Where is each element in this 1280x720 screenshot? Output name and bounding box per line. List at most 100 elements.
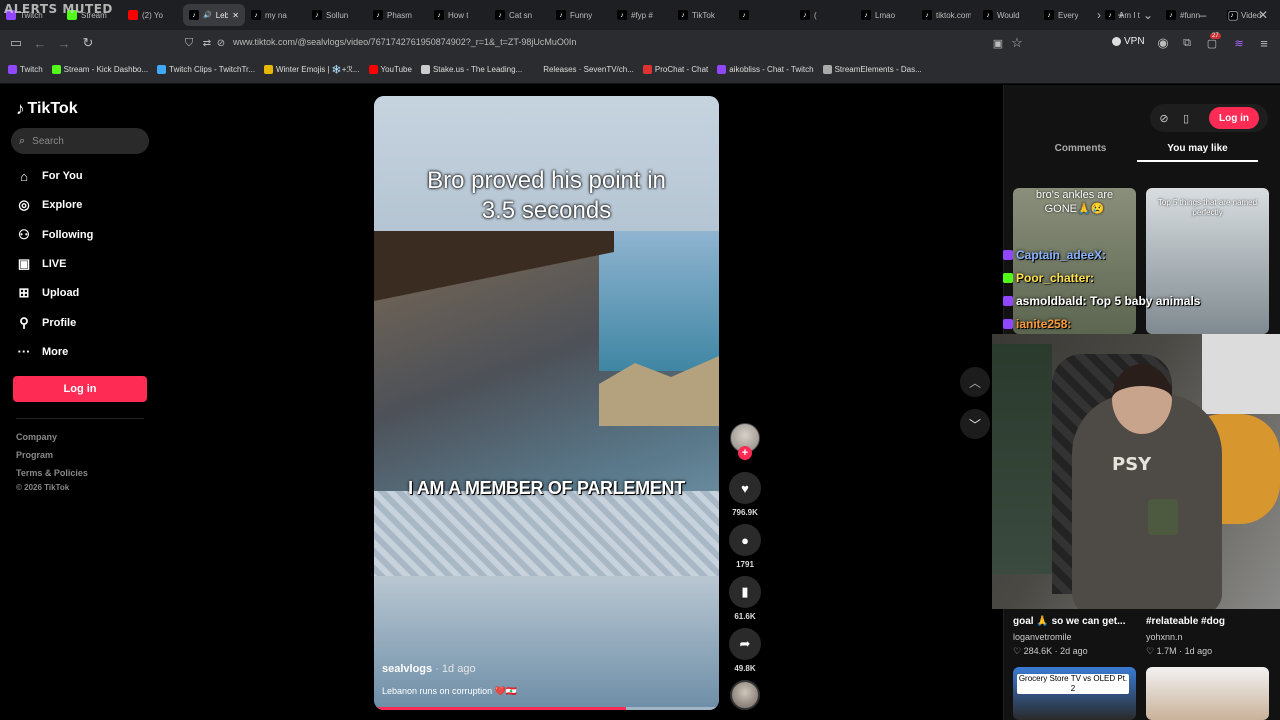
browser-tab[interactable]: ♪ #fyp # <box>611 4 672 26</box>
video-author-name[interactable]: sealvlogs <box>382 663 432 675</box>
footer-company-link[interactable]: Company <box>16 432 57 442</box>
nav-item-explore[interactable]: ◎ Explore <box>15 194 145 216</box>
home-icon: ⌂ <box>20 168 28 184</box>
comment-button[interactable]: ● <box>729 524 761 556</box>
browser-tab[interactable]: ♪ Would <box>977 4 1038 26</box>
browser-tab[interactable]: (2) Yo <box>122 4 183 26</box>
plus-square-icon: ⊞ <box>18 285 30 301</box>
bookmark-item[interactable]: ProChat - Chat <box>642 65 708 74</box>
browser-tab[interactable]: ♪( <box>794 4 855 26</box>
share-button[interactable]: ➦ <box>729 628 761 660</box>
tab-label: Leb <box>215 10 229 20</box>
browser-tab[interactable]: ♪ Sollun <box>306 4 367 26</box>
next-video-button[interactable]: ﹀ <box>960 409 990 439</box>
chat-badge-icon <box>1003 319 1013 329</box>
search-input[interactable] <box>32 135 133 147</box>
reload-button[interactable]: ↻ <box>79 35 97 51</box>
browser-tab[interactable]: ♪ <box>733 4 794 26</box>
reader-mode-icon[interactable]: ▣ <box>989 35 1007 51</box>
tiktok-icon: ♪ <box>495 10 505 20</box>
security-shield-icon[interactable]: ⛉ <box>180 35 198 51</box>
maximize-button[interactable]: ▢ <box>1223 4 1243 26</box>
bookmark-item[interactable]: Stream - Kick Dashbo... <box>51 65 148 74</box>
sidebar-toggle-icon[interactable]: ▭ <box>7 35 25 51</box>
suggested-video-thumb[interactable] <box>1146 667 1269 720</box>
close-window-button[interactable]: ✕ <box>1253 4 1273 26</box>
card-username[interactable]: loganvetromile <box>1013 632 1072 642</box>
follow-plus-icon[interactable]: + <box>738 446 752 460</box>
video-author[interactable]: sealvlogs · 1d ago <box>382 663 476 675</box>
speaker-icon[interactable]: 🔊 <box>203 11 212 19</box>
compass-icon[interactable]: ⊘ <box>1153 107 1175 129</box>
browser-menu-icon[interactable]: ≡ <box>1255 35 1273 51</box>
tab-label: #fyp # <box>631 10 653 20</box>
sound-disc-avatar[interactable] <box>730 680 760 710</box>
save-button[interactable]: ▮ <box>729 576 761 608</box>
tab-list-button[interactable]: ⌄ <box>1138 4 1158 26</box>
tiktok-icon: ♪ <box>617 10 627 20</box>
bookmark-item[interactable]: Twitch <box>8 65 43 74</box>
tab-scroll-right-button[interactable]: › <box>1089 4 1109 26</box>
vpn-button[interactable]: VPN <box>1112 36 1145 47</box>
bookmark-item[interactable]: Twitch Clips - TwitchTr... <box>157 65 255 74</box>
footer-terms-link[interactable]: Terms & Policies <box>16 468 88 478</box>
chat-text: Captain_adeeX: <box>1016 248 1107 262</box>
browser-tab[interactable]: ♪ Lmao <box>855 4 916 26</box>
more-icon: ··· <box>17 344 31 360</box>
tab-close-icon[interactable]: ✕ <box>232 11 239 20</box>
alerts-muted-overlay: ALERTS MUTED <box>4 2 113 16</box>
bookmark-item[interactable]: YouTube <box>368 65 412 74</box>
footer-program-link[interactable]: Program <box>16 450 53 460</box>
card-title[interactable]: goal 🙏 so we can get... <box>1013 615 1136 629</box>
bookmark-item[interactable]: Releases · SevenTV/ch... <box>531 65 634 74</box>
previous-video-button[interactable]: ︿ <box>960 367 990 397</box>
browser-tab[interactable]: ♪ Phasm <box>367 4 428 26</box>
tiktok-logo[interactable]: ♪ TikTok <box>16 99 78 119</box>
browser-tab[interactable]: ♪ my na <box>245 4 306 26</box>
video-player[interactable]: Bro proved his point in 3.5 seconds I AM… <box>374 96 719 710</box>
minimize-button[interactable]: – <box>1193 4 1213 26</box>
bookmark-item[interactable]: Stake.us - The Leading... <box>420 65 522 74</box>
nav-item-upload[interactable]: ⊞ Upload <box>15 282 145 304</box>
card-meta: ♡ 1.7M · 1d ago <box>1146 646 1213 656</box>
search-box[interactable]: ⌕ <box>11 128 149 154</box>
nav-item-live[interactable]: ▣ LIVE <box>15 253 145 275</box>
tab-comments[interactable]: Comments <box>1020 143 1141 154</box>
suggested-video-thumb[interactable]: Grocery Store TV vs OLED Pt. 2 <box>1013 667 1136 720</box>
forward-button[interactable]: → <box>55 35 73 51</box>
profile-icon[interactable]: ◉ <box>1154 35 1172 51</box>
browser-tab[interactable]: ♪ How t <box>428 4 489 26</box>
bookmark-item[interactable]: StreamElements - Das... <box>822 65 922 74</box>
bookmark-star-icon[interactable]: ☆ <box>1008 35 1026 51</box>
browser-tab[interactable]: ♪ Funny <box>550 4 611 26</box>
chat-message: ianite258: <box>1003 315 1071 333</box>
bookmark-favicon-icon <box>420 65 430 74</box>
nav-item-profile[interactable]: ⚲ Profile <box>15 312 145 334</box>
nav-item-following[interactable]: ⚇ Following <box>15 224 145 246</box>
tab-you-may-like[interactable]: You may like <box>1137 143 1258 154</box>
mobile-app-icon[interactable]: ▯ <box>1175 107 1197 129</box>
nav-item-for-you[interactable]: ⌂ For You <box>15 165 145 187</box>
seventv-extension-icon[interactable]: ≋ <box>1230 35 1248 51</box>
like-button[interactable]: ♥ <box>729 472 761 504</box>
back-button[interactable]: ← <box>31 35 49 51</box>
card-title[interactable]: #relateable #dog <box>1146 615 1269 629</box>
browser-tab[interactable]: ♪ tiktok.com <box>916 4 977 26</box>
browser-tab[interactable]: ♪ Cat sn <box>489 4 550 26</box>
url-field[interactable]: www.tiktok.com/@sealvlogs/video/76717427… <box>233 37 576 47</box>
tracking-blocked-icon[interactable]: ⊘ <box>212 35 230 51</box>
bookmark-item[interactable]: aikobliss - Chat - Twitch <box>717 65 814 74</box>
nav-item-more[interactable]: ··· More <box>15 341 145 363</box>
vpn-icon <box>1112 37 1121 46</box>
bookmark-item[interactable]: Winter Emojis | ❄️+ℛ... <box>263 65 360 74</box>
header-login-button[interactable]: Log in <box>1209 107 1259 129</box>
video-progress-bar[interactable] <box>374 707 719 710</box>
card-username[interactable]: yohxnn.n <box>1146 632 1183 642</box>
user-follow-icon: ⚇ <box>18 226 30 242</box>
browser-tab[interactable]: ♪ TikTok <box>672 4 733 26</box>
browser-tab[interactable]: ♪ 🔊 Leb ✕ <box>183 4 245 26</box>
sidebar-login-button[interactable]: Log in <box>13 376 147 402</box>
new-tab-button[interactable]: + <box>1111 4 1131 26</box>
extensions-icon[interactable]: ⧉ <box>1178 35 1196 51</box>
suggested-video-thumb[interactable]: Top 5 things that are named perfectly <box>1146 188 1269 334</box>
